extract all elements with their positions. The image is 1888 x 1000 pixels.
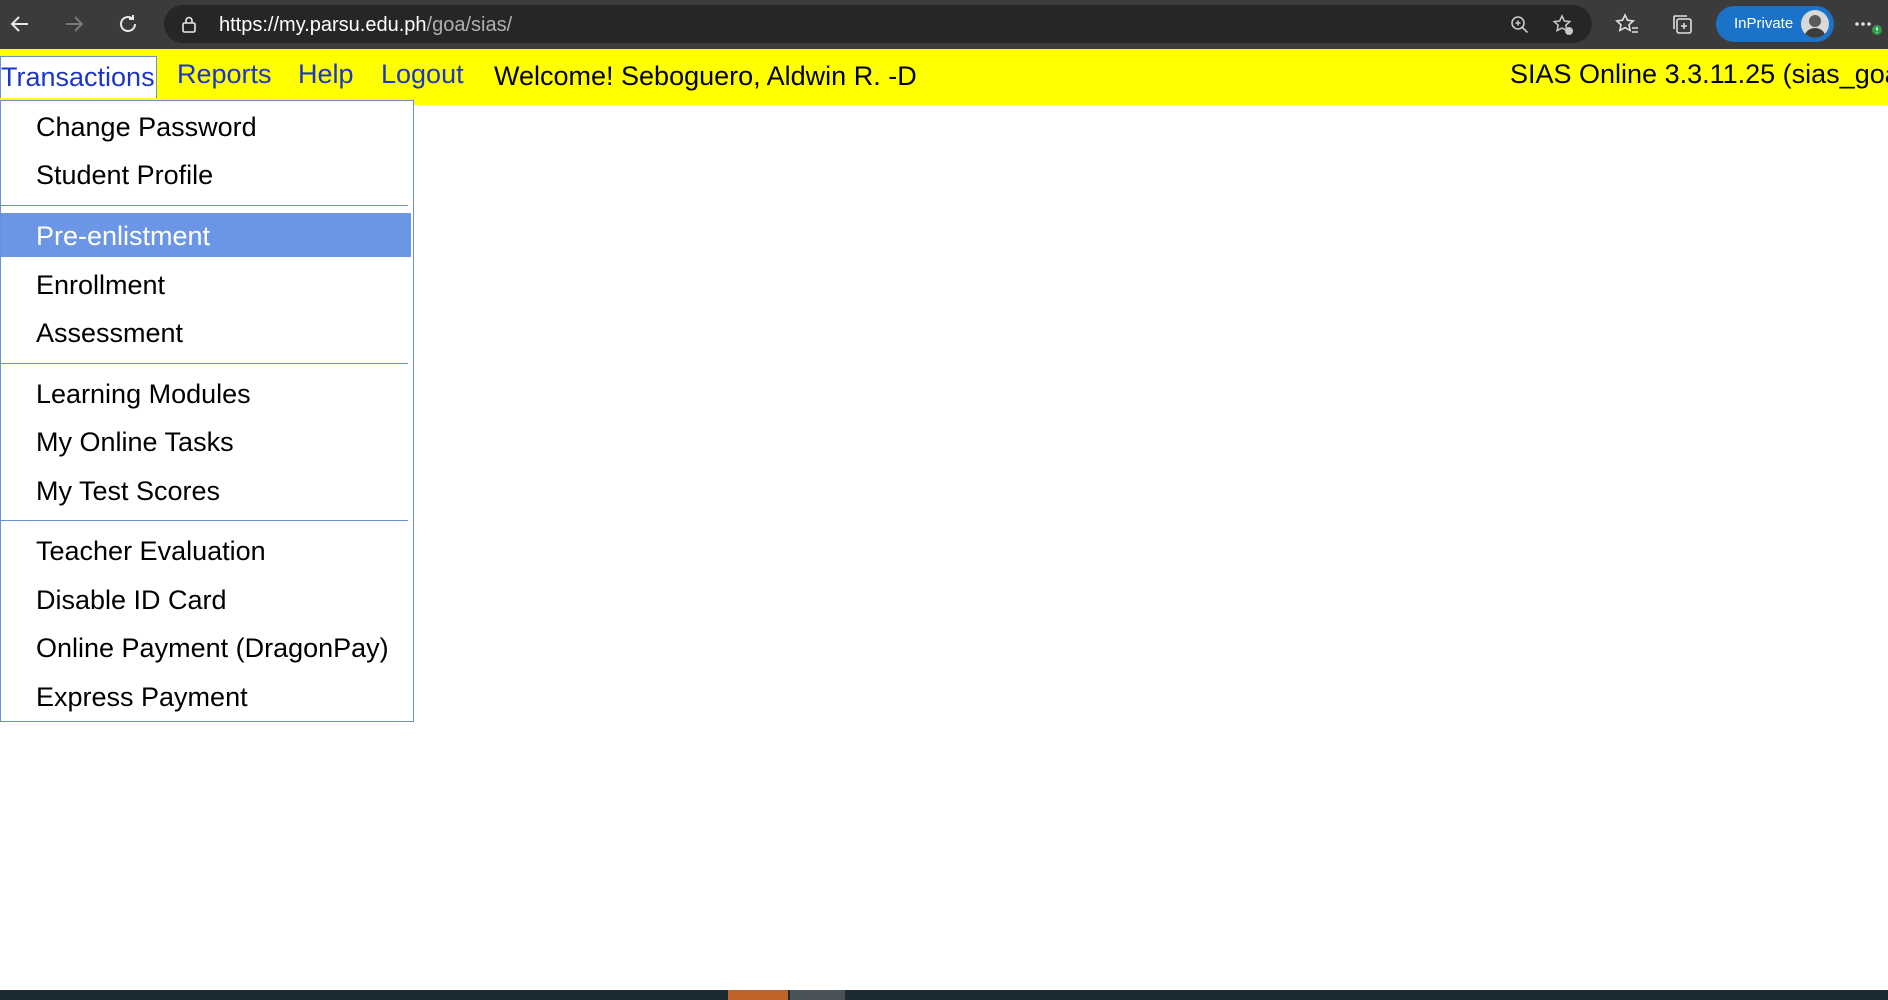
forward-button[interactable] [56, 8, 92, 40]
menu-item-label: Online Payment (DragonPay) [36, 633, 389, 663]
url-path: /goa/sias/ [426, 14, 513, 36]
taskbar [0, 990, 1888, 1000]
menu-item-disable-id-card[interactable]: Disable ID Card [1, 577, 411, 621]
menu-item-label: Pre-enlistment [36, 221, 211, 251]
menu-item-label: Learning Modules [36, 379, 251, 409]
menu-item-label: My Test Scores [36, 476, 221, 506]
lock-icon[interactable] [180, 15, 198, 33]
url-host: https://my.parsu.edu.ph [219, 14, 427, 36]
app-menubar: Transactions Reports Help Logout Welcome… [0, 49, 1888, 105]
menu-item-learning-modules[interactable]: Learning Modules [1, 371, 411, 415]
menu-separator [1, 520, 408, 521]
menu-item-online-payment[interactable]: Online Payment (DragonPay) [1, 625, 411, 669]
menu-item-label: Assessment [36, 318, 184, 348]
taskbar-app-button[interactable] [790, 990, 845, 1000]
menu-item-my-test-scores[interactable]: My Test Scores [1, 468, 411, 512]
avatar [1801, 10, 1829, 38]
menu-item-label: Disable ID Card [36, 585, 227, 615]
menu-help[interactable]: Help [298, 59, 354, 90]
menu-item-teacher-evaluation[interactable]: Teacher Evaluation [1, 528, 411, 572]
menu-item-label: Teacher Evaluation [36, 536, 266, 566]
arrow-right-icon [66, 16, 84, 32]
menu-item-enrollment[interactable]: Enrollment [1, 262, 411, 306]
menu-item-label: Student Profile [36, 160, 214, 190]
refresh-icon [120, 15, 136, 32]
menu-item-label: Change Password [36, 112, 257, 142]
zoom-icon[interactable] [1509, 14, 1531, 36]
menu-item-express-payment[interactable]: Express Payment [1, 674, 411, 718]
inprivate-badge[interactable]: InPrivate [1716, 6, 1834, 42]
back-button[interactable] [2, 8, 38, 40]
more-options-icon[interactable] [1852, 12, 1886, 38]
user-avatar-icon [1804, 15, 1826, 38]
menu-item-assessment[interactable]: Assessment [1, 310, 411, 354]
refresh-button[interactable] [110, 8, 146, 40]
menu-item-pre-enlistment[interactable]: Pre-enlistment [1, 213, 411, 257]
menu-item-label: Enrollment [36, 270, 166, 300]
menu-item-change-password[interactable]: Change Password [1, 104, 411, 148]
menu-transactions[interactable]: Transactions [0, 56, 157, 98]
transactions-dropdown: Change Password Student Profile Pre-enli… [0, 100, 414, 722]
add-favorite-icon[interactable] [1552, 14, 1574, 36]
menu-separator [1, 205, 408, 206]
menu-item-student-profile[interactable]: Student Profile [1, 152, 411, 196]
address-bar[interactable]: https://my.parsu.edu.ph/goa/sias/ [164, 5, 1592, 43]
collections-icon[interactable] [1670, 12, 1696, 38]
menu-item-label: My Online Tasks [36, 427, 234, 457]
menu-separator [1, 363, 408, 364]
menu-transactions-label: Transactions [1, 62, 155, 92]
welcome-message: Welcome! Seboguero, Aldwin R. -D [494, 61, 917, 91]
version-text: SIAS Online 3.3.11.25 (sias_goa [1510, 59, 1888, 89]
favorites-icon[interactable] [1614, 12, 1640, 38]
url-text[interactable]: https://my.parsu.edu.ph/goa/sias/ [219, 14, 512, 37]
browser-toolbar: https://my.parsu.edu.ph/goa/sias/ InPriv… [0, 0, 1888, 49]
menu-item-label: Express Payment [36, 682, 248, 712]
menu-item-my-online-tasks[interactable]: My Online Tasks [1, 419, 411, 463]
menu-logout[interactable]: Logout [381, 59, 464, 90]
taskbar-app-button[interactable] [728, 990, 788, 1000]
arrow-left-icon [10, 16, 28, 32]
inprivate-label: InPrivate [1734, 15, 1794, 32]
menu-reports[interactable]: Reports [177, 59, 272, 90]
